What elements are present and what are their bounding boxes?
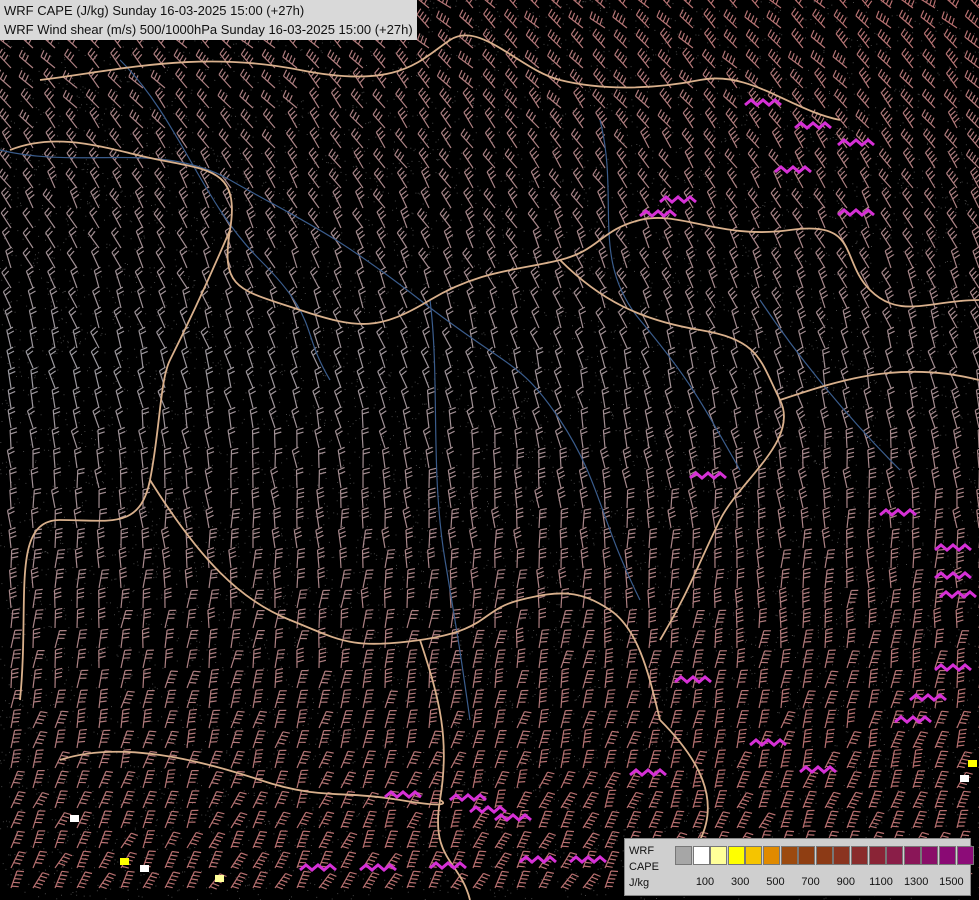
legend-swatch	[868, 846, 886, 865]
legend-tick-label: 100	[695, 876, 715, 888]
legend-variable-label: CAPE	[629, 861, 659, 873]
cape-low-patch	[140, 865, 149, 872]
legend-swatch	[727, 846, 745, 865]
legend-tick-label: 1500	[939, 876, 964, 888]
legend-swatch	[921, 846, 939, 865]
legend-swatch	[780, 846, 798, 865]
map-title: WRF CAPE (J/kg) Sunday 16-03-2025 15:00 …	[0, 0, 417, 40]
legend-swatch	[939, 846, 956, 865]
legend-unit-label: J/kg	[629, 877, 650, 889]
legend-tick-label: 900	[836, 876, 855, 888]
legend-swatch	[956, 846, 974, 865]
legend-tick-label: 500	[766, 876, 785, 888]
cape-low-patch	[215, 875, 224, 882]
legend-swatch	[886, 846, 904, 865]
legend-swatch	[903, 846, 921, 865]
legend-model-label: WRF	[629, 845, 655, 857]
legend-swatch	[710, 846, 728, 865]
title-line-shear: WRF Wind shear (m/s) 500/1000hPa Sunday …	[4, 22, 413, 37]
legend-labels: WRF CAPE J/kg	[629, 843, 659, 891]
legend-swatch	[851, 846, 868, 865]
map-background	[0, 0, 979, 900]
cape-low-patch	[960, 775, 969, 782]
legend-swatch	[833, 846, 851, 865]
legend-tick-label: 700	[801, 876, 820, 888]
cape-low-patch	[120, 858, 129, 865]
cape-legend: WRF CAPE J/kg 100 300 500 700 900 1100 1300 150…	[624, 838, 974, 896]
legend-swatch	[675, 846, 692, 865]
cape-low-patch	[968, 760, 977, 767]
legend-tick-label: 300	[731, 876, 750, 888]
legend-swatch	[692, 846, 710, 865]
legend-swatch	[745, 846, 763, 865]
legend-swatch	[763, 846, 780, 865]
legend-swatch	[815, 846, 833, 865]
legend-tick-label: 1100	[869, 876, 893, 888]
weather-map	[0, 0, 979, 900]
legend-swatch	[798, 846, 816, 865]
cape-low-patch	[70, 815, 79, 822]
legend-tick-label: 1300	[903, 876, 929, 888]
title-line-cape: WRF CAPE (J/kg) Sunday 16-03-2025 15:00 …	[4, 3, 305, 18]
